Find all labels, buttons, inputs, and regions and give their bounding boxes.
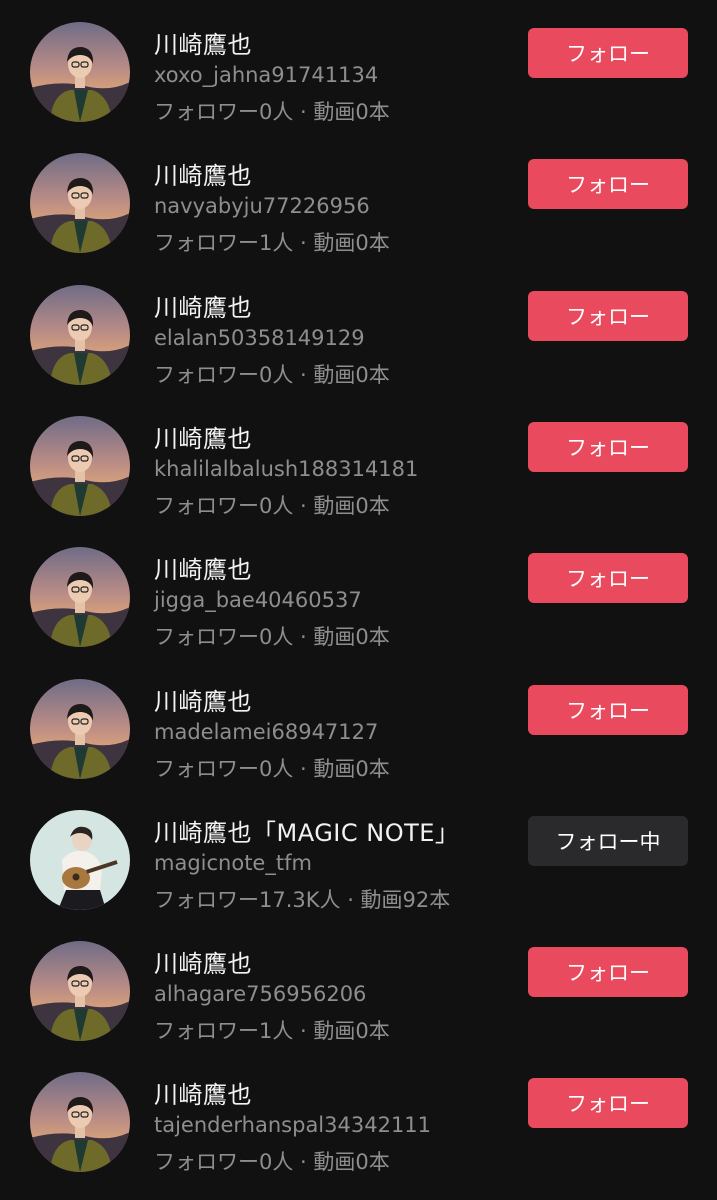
user-stats: フォロワー0人 · 動画0本 bbox=[154, 100, 390, 124]
user-handle: khalilalbalush188314181 bbox=[154, 457, 419, 481]
user-list-item[interactable]: 川崎鷹也 jigga_bae40460537 フォロワー0人 · 動画0本 フォロー bbox=[0, 525, 717, 656]
user-list-item[interactable]: 川崎鷹也 alhagare756956206 フォロワー1人 · 動画0本 フォロー bbox=[0, 919, 717, 1050]
user-list-item[interactable]: 川崎鷹也 madelamei68947127 フォロワー0人 · 動画0本 フォロー bbox=[0, 657, 717, 788]
user-display-name: 川崎鷹也 bbox=[154, 556, 252, 584]
follow-button[interactable]: フォロー bbox=[528, 291, 688, 341]
user-stats: フォロワー0人 · 動画0本 bbox=[154, 757, 390, 781]
avatar[interactable] bbox=[30, 941, 130, 1041]
user-list-item[interactable]: 川崎鷹也 navyabyju77226956 フォロワー1人 · 動画0本 フォロー bbox=[0, 131, 717, 262]
user-display-name: 川崎鷹也「MAGIC NOTE」 bbox=[154, 819, 460, 847]
user-display-name: 川崎鷹也 bbox=[154, 1081, 252, 1109]
user-handle: alhagare756956206 bbox=[154, 982, 367, 1006]
user-handle: jigga_bae40460537 bbox=[154, 588, 362, 612]
avatar[interactable] bbox=[30, 679, 130, 779]
follow-button[interactable]: フォロー bbox=[528, 159, 688, 209]
user-list-item[interactable]: 川崎鷹也 khalilalbalush188314181 フォロワー0人 · 動画0… bbox=[0, 394, 717, 525]
user-handle: tajenderhanspal34342111 bbox=[154, 1113, 432, 1137]
user-stats: フォロワー0人 · 動画0本 bbox=[154, 363, 390, 387]
user-handle: xoxo_jahna91741134 bbox=[154, 63, 379, 87]
user-list-item[interactable]: 川崎鷹也 elalan50358149129 フォロワー0人 · 動画0本 フォロー bbox=[0, 263, 717, 394]
user-display-name: 川崎鷹也 bbox=[154, 162, 252, 190]
follow-button[interactable]: フォロー bbox=[528, 685, 688, 735]
user-stats: フォロワー0人 · 動画0本 bbox=[154, 494, 390, 518]
user-stats: フォロワー1人 · 動画0本 bbox=[154, 231, 390, 255]
user-handle: madelamei68947127 bbox=[154, 720, 379, 744]
user-handle: magicnote_tfm bbox=[154, 851, 312, 875]
follow-button[interactable]: フォロー bbox=[528, 947, 688, 997]
user-display-name: 川崎鷹也 bbox=[154, 950, 252, 978]
user-handle: navyabyju77226956 bbox=[154, 194, 370, 218]
user-list-item[interactable]: 川崎鷹也「MAGIC NOTE」 magicnote_tfm フォロワー17.3K人… bbox=[0, 788, 717, 919]
follow-button[interactable]: フォロー bbox=[528, 553, 688, 603]
user-stats: フォロワー0人 · 動画0本 bbox=[154, 1150, 390, 1174]
user-display-name: 川崎鷹也 bbox=[154, 425, 252, 453]
user-list-item[interactable]: 川崎鷹也 xoxo_jahna91741134 フォロワー0人 · 動画0本 フォロー bbox=[0, 0, 717, 131]
avatar[interactable] bbox=[30, 22, 130, 122]
user-stats: フォロワー0人 · 動画0本 bbox=[154, 625, 390, 649]
user-display-name: 川崎鷹也 bbox=[154, 688, 252, 716]
user-handle: elalan50358149129 bbox=[154, 326, 365, 350]
user-stats: フォロワー17.3K人 · 動画92本 bbox=[154, 888, 451, 912]
avatar[interactable] bbox=[30, 153, 130, 253]
follow-button[interactable]: フォロー bbox=[528, 28, 688, 78]
user-stats: フォロワー1人 · 動画0本 bbox=[154, 1019, 390, 1043]
user-list: 川崎鷹也 xoxo_jahna91741134 フォロワー0人 · 動画0本 フォロー… bbox=[0, 0, 717, 1200]
avatar[interactable] bbox=[30, 416, 130, 516]
avatar-guitar-player[interactable] bbox=[30, 810, 130, 910]
follow-button[interactable]: フォロー bbox=[528, 422, 688, 472]
avatar[interactable] bbox=[30, 1072, 130, 1172]
avatar[interactable] bbox=[30, 285, 130, 385]
user-display-name: 川崎鷹也 bbox=[154, 294, 252, 322]
user-list-item[interactable]: 川崎鷹也 tajenderhanspal34342111 フォロワー0人 · 動画0… bbox=[0, 1050, 717, 1181]
user-display-name: 川崎鷹也 bbox=[154, 31, 252, 59]
follow-button[interactable]: フォロー bbox=[528, 1078, 688, 1128]
avatar[interactable] bbox=[30, 547, 130, 647]
following-button[interactable]: フォロー中 bbox=[528, 816, 688, 866]
